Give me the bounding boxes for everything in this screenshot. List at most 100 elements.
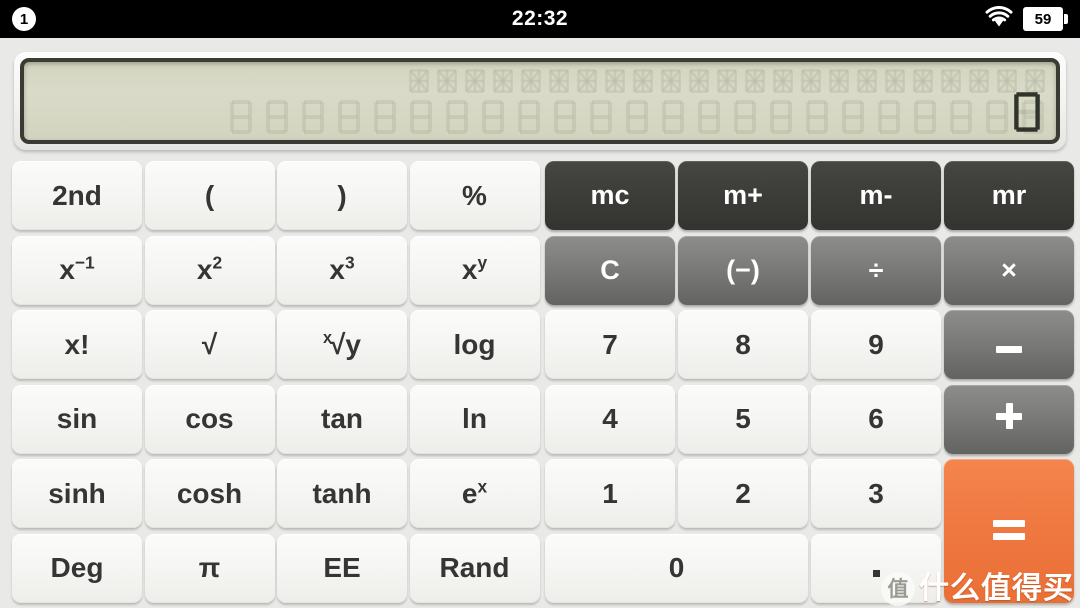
lcd-screen[interactable]: 0 [20,58,1060,144]
key-9[interactable]: 9 [811,310,941,379]
key-2nd-label: 2nd [52,179,102,211]
status-bar-clock: 22:32 [511,7,569,30]
lcd-ghost-char [745,69,765,93]
key-divide[interactable]: ÷ [811,235,941,305]
key-mr[interactable]: mr [944,161,1074,230]
key-x-inverse[interactable]: x−1 [12,235,142,305]
key-cos[interactable]: cos [144,384,275,454]
key-clear-label: C [600,254,620,285]
lcd-ghost-digit [770,100,792,134]
lcd-ghost-char [885,69,905,93]
lcd-ghost-digit-row [24,98,1056,136]
lcd-ghost-char [465,69,485,93]
key-subtract[interactable] [944,310,1074,379]
key-ln-label: ln [462,403,487,434]
key-x-squared[interactable]: x2 [144,235,275,305]
key-nth-root[interactable]: x√y [277,310,407,379]
key-e-power-x[interactable]: ex [409,459,540,528]
status-bar: 1 22:32 59 [0,0,1080,38]
key-rand[interactable]: Rand [409,533,540,603]
display-panel: 0 [14,52,1066,150]
lcd-ghost-char [661,69,681,93]
lcd-ghost-digit [734,100,756,134]
status-bar-right: 59 [985,5,1068,33]
key-7-label: 7 [602,328,618,360]
key-divide-label: ÷ [868,254,884,285]
key-tan-label: tan [321,403,363,434]
key-4[interactable]: 4 [545,384,675,454]
key-m-minus-label: m- [859,180,893,210]
key-6[interactable]: 6 [811,384,941,454]
key-cosh[interactable]: cosh [144,459,275,528]
key-x-cubed-label: x3 [329,252,355,285]
key-tan[interactable]: tan [277,384,407,454]
key-log-label: log [453,328,496,360]
lcd-ghost-digit [590,100,612,134]
key-2[interactable]: 2 [678,459,808,528]
key-negate[interactable]: (−) [678,235,808,305]
lcd-ghost-char [577,69,597,93]
status-bar-left: 1 [12,7,36,31]
key-pi[interactable]: π [144,533,275,603]
calculator-app: 1 22:32 59 0 2nd() [0,0,1080,608]
lcd-ghost-char [605,69,625,93]
key-2-label: 2 [735,477,751,509]
display-value-digit [1014,92,1040,132]
battery-nub [1064,14,1068,24]
key-ee[interactable]: EE [277,533,407,603]
battery-level-label: 59 [1023,7,1063,31]
key-mr-label: mr [991,180,1027,210]
key-tanh[interactable]: tanh [277,459,407,528]
key-9-label: 9 [868,328,884,360]
key-x-squared-label: x2 [196,252,223,285]
key-m-minus[interactable]: m- [811,161,941,230]
key-deg-label: Deg [50,552,104,583]
key-3[interactable]: 3 [811,459,941,528]
key-sinh[interactable]: sinh [12,459,142,528]
key-7[interactable]: 7 [545,310,675,379]
lcd-ghost-char [549,69,569,93]
lcd-ghost-digit [374,100,396,134]
key-add[interactable] [944,384,1074,454]
key-log[interactable]: log [409,310,540,379]
key-percent[interactable]: % [409,161,540,230]
key-2nd[interactable]: 2nd [12,161,142,230]
lcd-ghost-char [801,69,821,93]
key-m-plus-label: m+ [723,180,763,210]
key-m-plus[interactable]: m+ [678,161,808,230]
key-6-label: 6 [868,403,884,434]
key-8[interactable]: 8 [678,310,808,379]
key-add-label [996,402,1022,436]
key-sqrt-label: √ [201,328,218,360]
lcd-ghost-digit [302,100,324,134]
key-sin[interactable]: sin [12,384,142,454]
key-multiply[interactable]: × [944,235,1074,305]
key-equals[interactable] [944,459,1074,603]
key-paren-close-label: ) [337,179,347,211]
key-4-label: 4 [602,403,618,434]
lcd-ghost-char [409,69,429,93]
key-decimal-label [872,552,880,584]
key-cosh-label: cosh [176,477,243,509]
key-x-cubed[interactable]: x3 [277,235,407,305]
key-paren-close[interactable]: ) [277,161,407,230]
key-x-power-y[interactable]: xy [409,235,540,305]
key-factorial[interactable]: x! [12,310,142,379]
key-sqrt[interactable]: √ [144,310,275,379]
key-paren-open-label: ( [204,179,215,211]
lcd-ghost-digit [482,100,504,134]
lcd-ghost-alphanumeric-row [24,68,1056,94]
key-5[interactable]: 5 [678,384,808,454]
key-tanh-label: tanh [312,477,372,509]
equals-icon [993,519,1025,540]
key-paren-open[interactable]: ( [144,161,275,230]
key-ln[interactable]: ln [409,384,540,454]
key-decimal[interactable] [811,533,941,603]
key-1[interactable]: 1 [545,459,675,528]
key-clear[interactable]: C [545,235,675,305]
key-mc[interactable]: mc [545,161,675,230]
lcd-ghost-char [941,69,961,93]
key-sin-label: sin [56,403,98,434]
key-deg[interactable]: Deg [12,533,142,603]
key-0[interactable]: 0 [545,533,808,603]
